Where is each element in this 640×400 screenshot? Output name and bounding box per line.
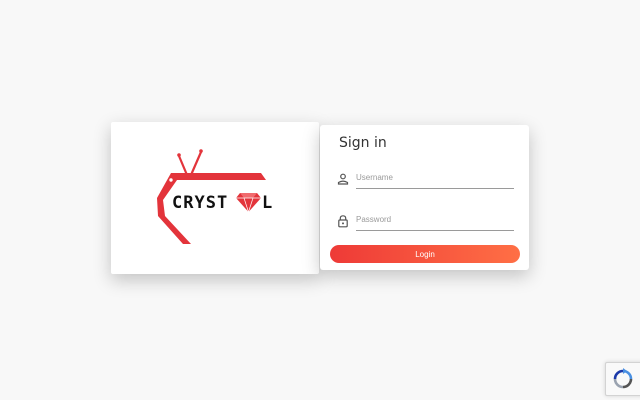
password-input[interactable]: [356, 210, 514, 231]
recaptcha-icon: [613, 368, 633, 389]
username-input[interactable]: [356, 168, 514, 189]
brand-text-left: CRYST: [172, 193, 228, 213]
logo-card: CRYST L: [111, 122, 319, 274]
recaptcha-badge[interactable]: [605, 362, 640, 396]
diamond-icon: [236, 193, 261, 213]
password-field: [336, 210, 516, 232]
login-button[interactable]: Login: [330, 245, 520, 263]
lock-icon: [338, 215, 348, 228]
antenna-icon: [177, 149, 203, 176]
brand-text-right: L: [262, 193, 272, 213]
username-field: [336, 168, 516, 190]
crystal-logo: CRYST L: [157, 149, 272, 244]
person-icon: [337, 173, 349, 185]
sign-in-title: Sign in: [339, 135, 387, 151]
login-card: Sign in Login: [320, 125, 529, 270]
